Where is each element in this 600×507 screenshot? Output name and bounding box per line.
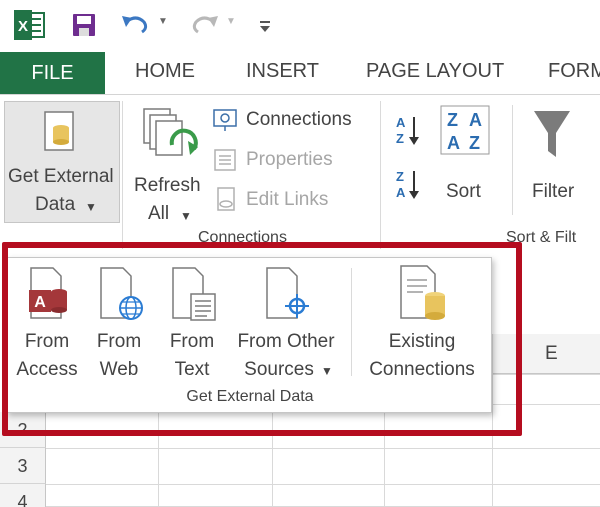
svg-text:A: A bbox=[396, 115, 406, 130]
grid-line bbox=[46, 448, 600, 449]
properties-icon bbox=[214, 149, 236, 171]
refresh-all-button[interactable]: Refresh All ▼ bbox=[128, 101, 206, 225]
excel-icon[interactable]: X bbox=[14, 10, 46, 40]
column-e-label: E bbox=[545, 343, 558, 364]
ribbon-separator bbox=[512, 105, 513, 215]
svg-text:X: X bbox=[18, 18, 28, 35]
svg-text:Z: Z bbox=[396, 169, 404, 184]
refresh-all-label-1: Refresh bbox=[134, 175, 201, 196]
svg-text:Z: Z bbox=[396, 131, 404, 146]
connections-label: Connections bbox=[246, 109, 352, 130]
sort-ascending-icon[interactable]: A Z bbox=[394, 113, 424, 147]
undo-dropdown-icon[interactable]: ▼ bbox=[158, 16, 168, 27]
tab-page-layout[interactable]: PAGE LAYOUT bbox=[366, 60, 504, 83]
edit-links-button[interactable]: Edit Links bbox=[212, 187, 372, 217]
ribbon: Get External Data ▼ Refresh All ▼ Connec… bbox=[0, 94, 600, 254]
refresh-all-label-2: All bbox=[148, 203, 170, 224]
filter-icon bbox=[534, 111, 570, 157]
svg-text:A: A bbox=[447, 133, 460, 153]
svg-text:A: A bbox=[469, 110, 482, 130]
quick-access-toolbar: X ▼ ▼ bbox=[0, 0, 600, 52]
row-header-4[interactable]: 4 bbox=[0, 484, 46, 507]
edit-links-icon bbox=[217, 187, 235, 211]
ribbon-separator bbox=[380, 101, 381, 249]
svg-text:Z: Z bbox=[447, 110, 458, 130]
svg-text:A: A bbox=[396, 185, 406, 200]
sort-label: Sort bbox=[446, 181, 481, 202]
get-external-data-caret-icon: ▼ bbox=[85, 200, 97, 214]
highlight-frame bbox=[2, 242, 522, 436]
get-external-data-label-2: Data bbox=[35, 194, 76, 215]
redo-icon[interactable] bbox=[190, 12, 220, 36]
grid-line bbox=[46, 484, 600, 485]
get-external-data-label-1: Get External bbox=[8, 166, 114, 187]
save-icon[interactable] bbox=[72, 13, 96, 37]
properties-button[interactable]: Properties bbox=[212, 147, 372, 177]
tab-formulas[interactable]: FORM bbox=[548, 60, 600, 83]
customize-icon[interactable] bbox=[258, 20, 272, 34]
redo-dropdown-icon[interactable]: ▼ bbox=[226, 16, 236, 27]
connections-icon bbox=[213, 109, 237, 131]
properties-label: Properties bbox=[246, 149, 333, 170]
get-external-data-button[interactable]: Get External Data ▼ bbox=[4, 101, 120, 223]
row-header-3[interactable]: 3 bbox=[0, 448, 46, 484]
filter-label: Filter bbox=[532, 181, 575, 202]
filter-button[interactable]: Filter bbox=[526, 105, 596, 205]
svg-text:Z: Z bbox=[469, 133, 480, 153]
ribbon-separator bbox=[122, 101, 123, 249]
undo-icon[interactable] bbox=[120, 12, 154, 36]
tab-file[interactable]: FILE bbox=[0, 52, 105, 94]
sort-button[interactable]: Z A A Z Sort bbox=[436, 105, 494, 205]
sort-descending-icon[interactable]: Z A bbox=[394, 167, 424, 201]
ribbon-tab-bar: FILE HOME INSERT PAGE LAYOUT FORM bbox=[0, 52, 600, 94]
refresh-all-caret-icon: ▼ bbox=[180, 209, 192, 223]
tab-insert[interactable]: INSERT bbox=[246, 60, 319, 83]
refresh-icon bbox=[143, 108, 198, 156]
tab-home[interactable]: HOME bbox=[135, 60, 195, 83]
edit-links-label: Edit Links bbox=[246, 189, 329, 210]
connections-button[interactable]: Connections bbox=[212, 107, 372, 137]
get-external-data-icon bbox=[44, 111, 74, 151]
sort-icon: Z A A Z bbox=[440, 105, 490, 155]
